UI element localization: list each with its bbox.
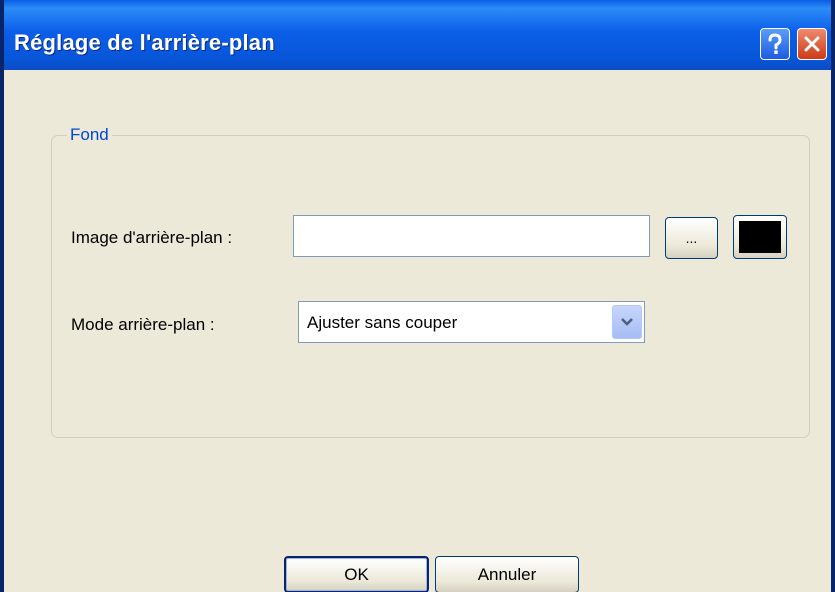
background-settings-dialog: Réglage de l'arrière-plan Fond Image d'a… bbox=[0, 0, 835, 592]
title-bar[interactable]: Réglage de l'arrière-plan bbox=[4, 0, 831, 70]
color-picker-button[interactable] bbox=[733, 215, 787, 259]
mode-select-value: Ajuster sans couper bbox=[307, 313, 458, 332]
close-icon bbox=[804, 36, 820, 52]
mode-label: Mode arrière-plan : bbox=[71, 315, 215, 334]
chevron-down-icon bbox=[621, 318, 633, 326]
color-swatch bbox=[739, 221, 781, 253]
ok-button-label: OK bbox=[344, 564, 369, 584]
cancel-button[interactable]: Annuler bbox=[435, 556, 579, 592]
browse-button-label: ... bbox=[685, 230, 698, 246]
browse-button[interactable]: ... bbox=[665, 217, 718, 259]
help-button[interactable] bbox=[760, 28, 790, 60]
ok-button[interactable]: OK bbox=[284, 556, 429, 592]
background-group-box bbox=[51, 135, 810, 438]
close-button[interactable] bbox=[797, 28, 827, 60]
group-legend: Fond bbox=[67, 125, 112, 145]
help-icon bbox=[768, 33, 782, 54]
dialog-content: Fond Image d'arrière-plan : ... Mode arr… bbox=[4, 70, 831, 592]
mode-dropdown-arrow[interactable] bbox=[612, 305, 642, 339]
cancel-button-label: Annuler bbox=[477, 564, 537, 584]
image-label: Image d'arrière-plan : bbox=[71, 228, 233, 247]
mode-select[interactable]: Ajuster sans couper bbox=[298, 301, 645, 343]
dialog-title: Réglage de l'arrière-plan bbox=[14, 30, 275, 55]
image-path-input[interactable] bbox=[293, 215, 650, 257]
